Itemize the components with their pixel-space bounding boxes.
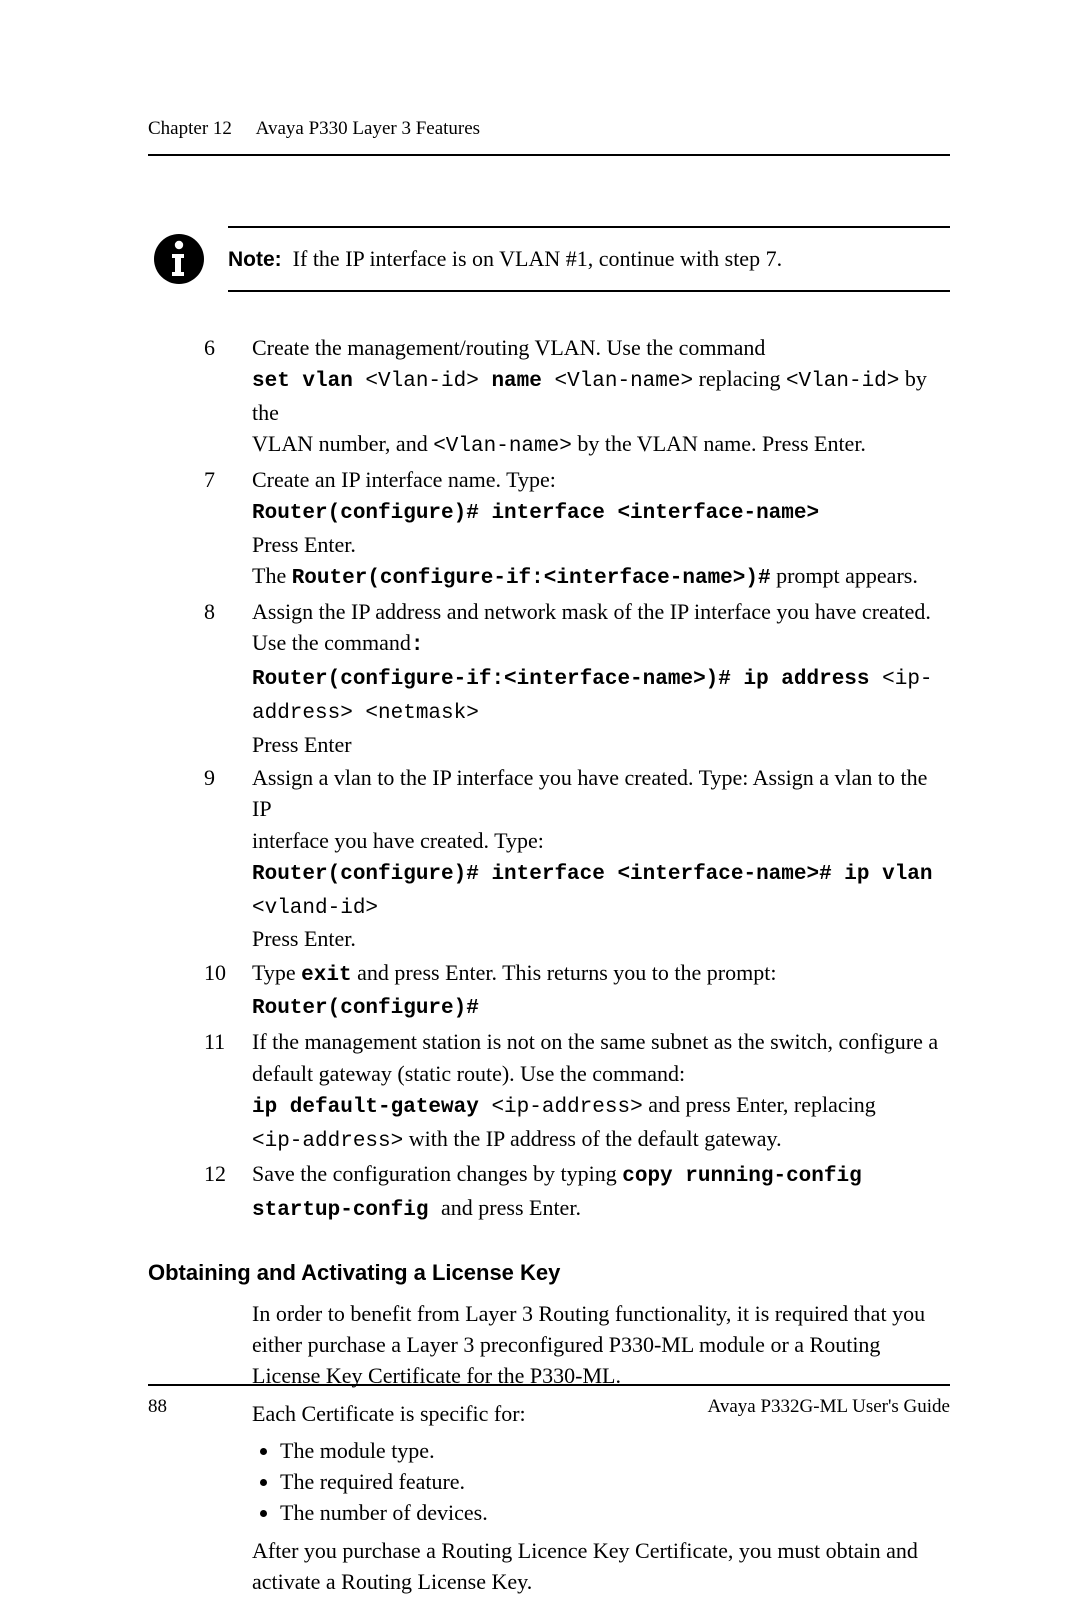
cmd-text: startup-config [252, 1199, 441, 1222]
list-item: The number of devices. [280, 1497, 950, 1528]
step-text: Press Enter [252, 732, 352, 757]
step-10: Type exit and press Enter. This returns … [204, 957, 950, 1025]
cmd-placeholder: <ip- [882, 668, 932, 691]
step-text: Create the management/routing VLAN. Use … [252, 335, 765, 360]
step-text: Press Enter. [252, 532, 356, 557]
cmd-text: exit [301, 964, 351, 987]
cmd-text: set vlan [252, 370, 365, 393]
step-text: Type [252, 960, 301, 985]
note-block: Note: If the IP interface is on VLAN #1,… [148, 226, 950, 292]
steps-list: Create the management/routing VLAN. Use … [204, 332, 950, 1226]
cmd-placeholder: <Vlan-name> [554, 370, 693, 393]
step-9: Assign a vlan to the IP interface you ha… [204, 762, 950, 955]
step-text: with the IP address of the default gatew… [403, 1126, 781, 1151]
cmd-placeholder: <ip-address> [491, 1096, 642, 1119]
step-6: Create the management/routing VLAN. Use … [204, 332, 950, 462]
note-body: If the IP interface is on VLAN #1, conti… [293, 246, 782, 271]
step-text: Press Enter. [252, 926, 356, 951]
step-text: Create an IP interface name. Type: [252, 467, 556, 492]
cmd-text: Router(configure-if:<interface-name>)# [292, 567, 771, 590]
chapter-label: Chapter 12 [148, 118, 232, 139]
section-p1: In order to benefit from Layer 3 Routing… [252, 1298, 950, 1392]
cmd-text: name [479, 370, 555, 393]
step-text: interface you have created. Type: [252, 828, 544, 853]
chapter-title: Avaya P330 Layer 3 Features [256, 118, 480, 139]
doc-title: Avaya P332G-ML User's Guide [708, 1396, 950, 1418]
cmd-text: : [411, 634, 424, 657]
step-text: prompt appears. [771, 563, 918, 588]
step-text: Save the configuration changes by typing [252, 1161, 622, 1186]
cmd-text: Router(configure)# [252, 997, 479, 1020]
footer-rule [148, 1384, 950, 1386]
list-item: The module type. [280, 1435, 950, 1466]
step-text: by the VLAN name. Press Enter. [572, 431, 866, 456]
page-number: 88 [148, 1396, 167, 1418]
list-item: The required feature. [280, 1466, 950, 1497]
step-text: and press Enter, replacing [643, 1092, 876, 1117]
step-text: VLAN number, and [252, 431, 433, 456]
step-8: Assign the IP address and network mask o… [204, 596, 950, 760]
step-text: If the management station is not on the … [252, 1029, 938, 1054]
step-text: default gateway (static route). Use the … [252, 1061, 685, 1086]
step-text: and press Enter. [441, 1195, 581, 1220]
header-rule [148, 154, 950, 156]
cmd-text: Router(configure)# interface <interface-… [252, 502, 819, 525]
cmd-placeholder: <Vlan-id> [365, 370, 478, 393]
step-text: and press Enter. This returns you to the… [352, 960, 777, 985]
cmd-placeholder: <Vlan-name> [433, 435, 572, 458]
step-text: Assign the IP address and network mask o… [252, 599, 931, 624]
step-text: Use the command [252, 630, 411, 655]
step-11: If the management station is not on the … [204, 1026, 950, 1156]
section-heading: Obtaining and Activating a License Key [148, 1260, 950, 1286]
running-head: Chapter 12 Avaya P330 Layer 3 Features [148, 118, 950, 140]
cmd-placeholder: <Vlan-id> [786, 370, 899, 393]
step-12: Save the configuration changes by typing… [204, 1158, 950, 1226]
note-rule-bottom [228, 290, 950, 292]
step-text: Assign a vlan to the IP interface you ha… [252, 765, 927, 821]
cmd-text: ip default-gateway [252, 1096, 491, 1119]
cmd-placeholder: <vland-id> [252, 897, 378, 920]
section-p3: After you purchase a Routing Licence Key… [252, 1535, 950, 1597]
cmd-text: Router(configure)# interface <interface-… [252, 863, 933, 886]
step-text: replacing [693, 366, 786, 391]
note-text: Note: If the IP interface is on VLAN #1,… [228, 246, 782, 272]
step-text: The [252, 563, 292, 588]
section-bullets: The module type. The required feature. T… [252, 1435, 950, 1529]
step-7: Create an IP interface name. Type: Route… [204, 464, 950, 594]
section-body: In order to benefit from Layer 3 Routing… [252, 1298, 950, 1597]
cmd-placeholder: <ip-address> [252, 1130, 403, 1153]
info-icon [152, 232, 206, 286]
cmd-text: copy running-config [622, 1165, 861, 1188]
page-footer: 88 Avaya P332G-ML User's Guide [148, 1384, 950, 1418]
note-label: Note: [228, 248, 282, 271]
cmd-text: Router(configure-if:<interface-name>)# i… [252, 668, 882, 691]
cmd-placeholder: address> <netmask> [252, 702, 479, 725]
